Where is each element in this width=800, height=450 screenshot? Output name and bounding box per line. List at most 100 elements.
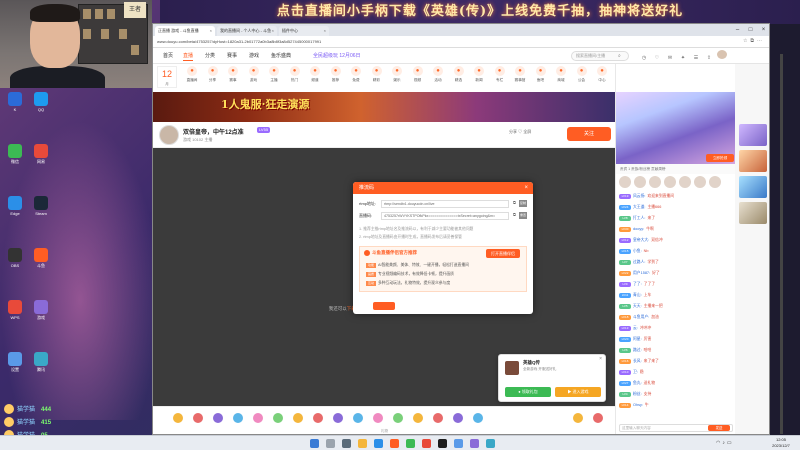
desktop-shortcut[interactable]: 微信: [4, 144, 26, 164]
desktop-shortcut[interactable]: WPS: [4, 300, 26, 320]
rtmp-address-field[interactable]: rtmp://sendtx1.douyucdn.cn/live: [381, 200, 509, 208]
stream-key-field[interactable]: 4753257rWVYKSTPOfkPkx==============txSec…: [381, 212, 509, 220]
nav-live[interactable]: 直播: [183, 51, 194, 61]
category-item[interactable]: ● 精选: [448, 66, 470, 83]
category-item[interactable]: ● 游戏: [243, 66, 265, 83]
chat-message[interactable]: LV30 dooyy: 牛啊: [619, 225, 733, 234]
claim-gift-button[interactable]: ● 领取礼包: [505, 387, 551, 397]
chat-username[interactable]: 阿星:: [633, 337, 642, 341]
chat-message[interactable]: LV9 了了: 了了了: [619, 280, 733, 289]
game-art-tag[interactable]: 立即抢领: [706, 154, 734, 162]
desktop-shortcut[interactable]: OBS: [4, 248, 26, 268]
gift-icon[interactable]: [473, 413, 483, 423]
chat-username[interactable]: 青山:: [633, 293, 642, 297]
chat-username[interactable]: 风云扬:: [633, 194, 645, 198]
gift-icon[interactable]: [413, 413, 423, 423]
browser-tab-my-room[interactable]: 我的直播间 - 个人中心 - 斗鱼 ×: [217, 26, 277, 36]
enter-game-button[interactable]: ▶ 进入游戏: [555, 387, 601, 397]
chat-message[interactable]: LV12 皇帝大大: 双倍冲: [619, 236, 733, 245]
category-item[interactable]: ● 免费: [345, 66, 367, 83]
category-item[interactable]: ● 直播间: [181, 66, 203, 83]
start-icon[interactable]: [310, 439, 319, 448]
close-icon[interactable]: ×: [324, 26, 326, 36]
avatar[interactable]: [717, 50, 727, 59]
recommend-thumb[interactable]: [739, 124, 767, 146]
url-field[interactable]: www.douyu.com/beta/4753257/dyHost=1820a3…: [157, 38, 517, 46]
gift-icon[interactable]: [373, 413, 383, 423]
chat-username[interactable]: dooyy:: [633, 227, 644, 231]
maximize-icon[interactable]: □: [744, 24, 757, 36]
chat-message[interactable]: LV20 阿星: 厉害: [619, 335, 733, 344]
avatar[interactable]: [709, 176, 721, 188]
gift-icon[interactable]: [173, 413, 183, 423]
gift-icon[interactable]: [253, 413, 263, 423]
gift-icon[interactable]: [393, 413, 403, 423]
taskbar-clock[interactable]: 12:05 2023/12/7: [764, 437, 798, 449]
search-input[interactable]: 搜索直播间/主播 ⌕: [571, 51, 629, 61]
gift-icon[interactable]: [233, 413, 243, 423]
desktop-shortcut[interactable]: Steam: [30, 196, 52, 216]
chat-username[interactable]: 粉丝:: [633, 392, 642, 396]
category-item[interactable]: ● 赛事馆: [509, 66, 531, 83]
desktop-shortcut[interactable]: 设置: [4, 352, 26, 372]
close-icon[interactable]: ×: [210, 26, 212, 36]
wps-icon[interactable]: [422, 439, 431, 448]
nav-games[interactable]: 游戏: [249, 51, 259, 61]
category-item[interactable]: ● 新闻: [468, 66, 490, 83]
chat-username[interactable]: 过路人:: [633, 260, 645, 264]
history-icon[interactable]: ◷: [639, 55, 649, 64]
category-item[interactable]: ● 公会: [571, 66, 593, 83]
edge-icon[interactable]: [374, 439, 383, 448]
reset-key-button[interactable]: 重置: [519, 212, 527, 219]
close-window-icon[interactable]: ×: [757, 24, 769, 36]
chat-message[interactable]: LV19 风云扬: 欢迎来到直播间: [619, 192, 733, 201]
avatar[interactable]: [634, 176, 646, 188]
gift-icon[interactable]: [313, 413, 323, 423]
copy-icon[interactable]: ⧉: [513, 200, 516, 205]
chat-message[interactable]: LV10 卫: 稳: [619, 368, 733, 377]
desktop-shortcut[interactable]: 斗鱼: [30, 248, 52, 268]
qq-icon[interactable]: [454, 439, 463, 448]
avatar[interactable]: [649, 176, 661, 188]
gift-icon[interactable]: ✦: [678, 55, 688, 64]
gift-icon[interactable]: [273, 413, 283, 423]
avatar[interactable]: [694, 176, 706, 188]
chat-message[interactable]: LV6 路过: 哈哈: [619, 346, 733, 355]
category-item[interactable]: ● 分享: [202, 66, 224, 83]
chat-username[interactable]: 了了:: [633, 282, 642, 286]
chat-message[interactable]: LV18 斗鱼用户: 加油: [619, 313, 733, 322]
room-actions[interactable]: 分享 ♡ 全屏: [509, 129, 565, 135]
chat-message[interactable]: LV22 用户1587: 好了: [619, 269, 733, 278]
chat-message[interactable]: LV7 过路人: 学到了: [619, 258, 733, 267]
obs-icon[interactable]: [438, 439, 447, 448]
chat-username[interactable]: 路过:: [633, 348, 642, 352]
battery-icon[interactable]: ▭: [727, 440, 734, 446]
game-ad-banner[interactable]: 1人鬼服·狂走演源: [153, 92, 615, 122]
chat-username[interactable]: 云:: [633, 326, 638, 330]
follow-icon[interactable]: ♡: [652, 55, 662, 64]
douyu-icon[interactable]: [390, 439, 399, 448]
minimize-icon[interactable]: –: [731, 24, 744, 36]
nav-promo[interactable]: 全民超级玩 12月06日: [313, 51, 361, 61]
category-item[interactable]: ● 专栏: [489, 66, 511, 83]
nav-category[interactable]: 分类: [205, 51, 215, 61]
desktop-shortcut[interactable]: QQ: [30, 92, 52, 112]
chat-username[interactable]: Ohsy:: [633, 403, 643, 407]
category-item[interactable]: ● 频道: [304, 66, 326, 83]
menu-icon[interactable]: ⋯: [757, 38, 765, 44]
app-icon[interactable]: [470, 439, 479, 448]
chat-message[interactable]: LV24 大王道: 主播666: [619, 203, 733, 212]
extension-icon[interactable]: ⧉: [750, 38, 757, 44]
chat-username[interactable]: 天天:: [633, 304, 642, 308]
search-icon[interactable]: ⌕: [618, 52, 626, 60]
recommend-thumb[interactable]: [739, 202, 767, 224]
gift-icon[interactable]: [593, 413, 603, 423]
gift-icon[interactable]: [293, 413, 303, 423]
avatar[interactable]: [679, 176, 691, 188]
recommend-thumb[interactable]: [739, 150, 767, 172]
copy-rtmp-button[interactable]: 复制: [519, 200, 527, 207]
chat-message[interactable]: LV8 打工人: 来了: [619, 214, 733, 223]
recommend-thumb[interactable]: [739, 176, 767, 198]
close-icon[interactable]: ×: [599, 356, 602, 362]
chat-message[interactable]: LV16 长风: 来了来了: [619, 357, 733, 366]
